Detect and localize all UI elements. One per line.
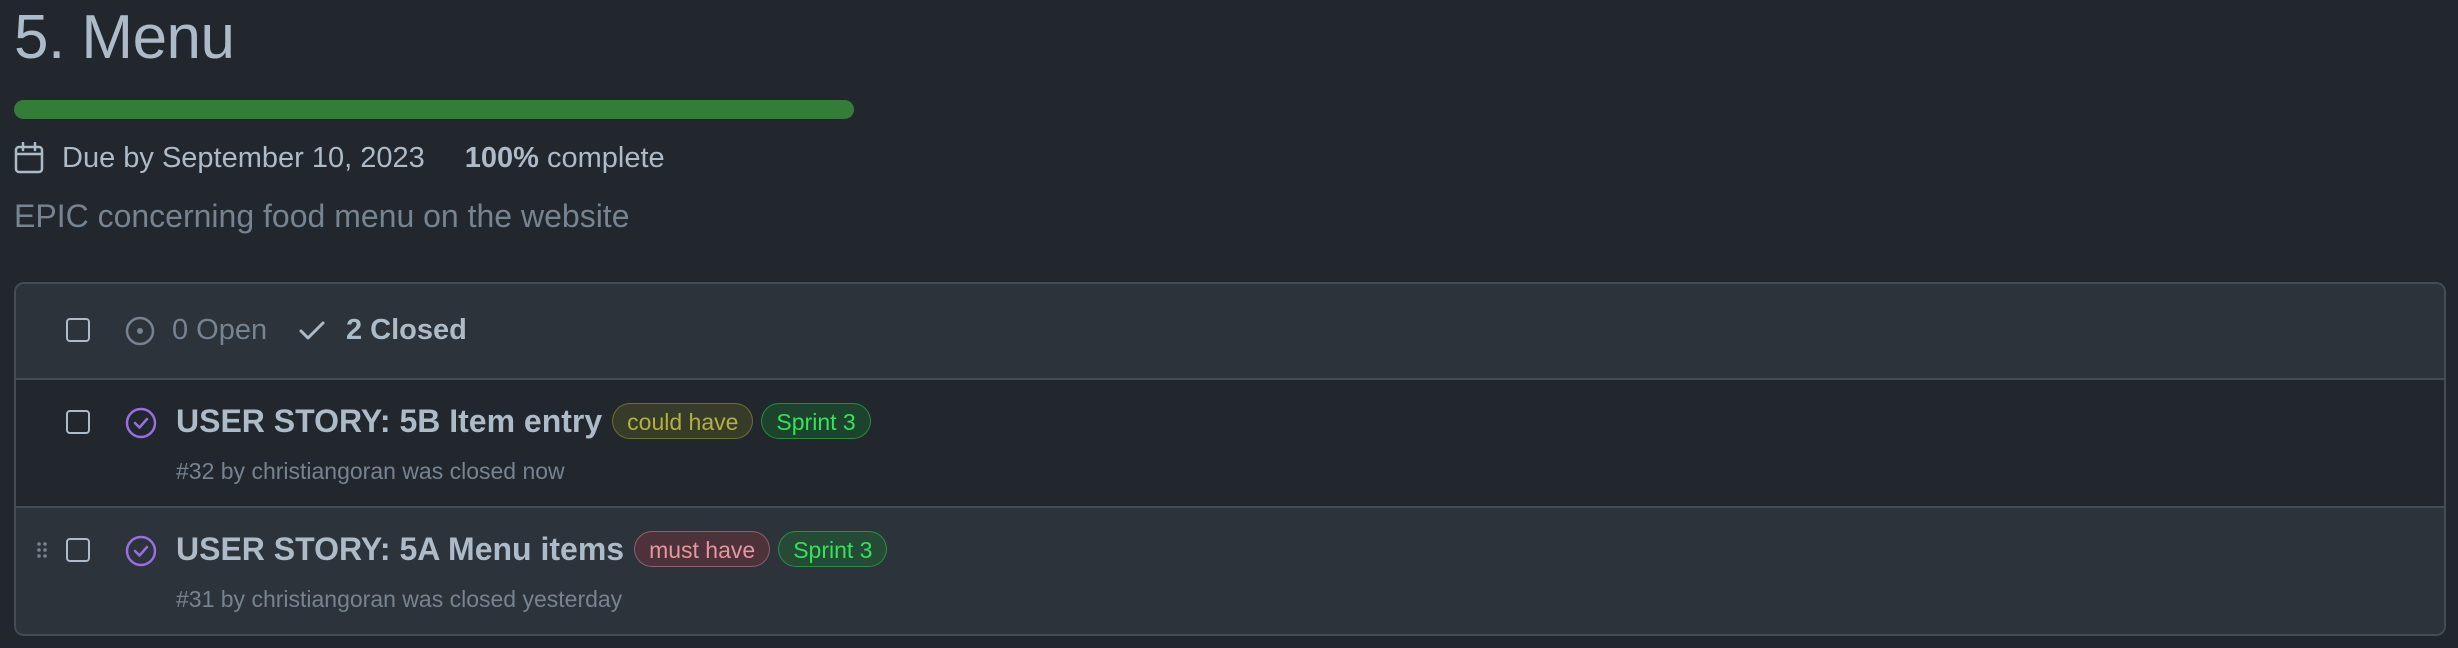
issues-list: 0 Open 2 Closed USER STORY: 5B Item entr… — [14, 282, 2446, 636]
open-filter[interactable]: 0 Open — [124, 314, 267, 347]
open-count-label: 0 Open — [172, 314, 268, 346]
issue-row[interactable]: USER STORY: 5B Item entry could have Spr… — [16, 380, 2444, 508]
issue-title-link[interactable]: USER STORY: 5A Menu items — [176, 531, 624, 568]
percent-value: 100% — [464, 141, 539, 174]
milestone-title: 5. Menu — [14, 3, 235, 72]
percent-suffix: complete — [546, 141, 665, 174]
percent-complete: 100% complete — [465, 142, 665, 175]
issue-title-link[interactable]: USER STORY: 5B Item entry — [176, 403, 602, 440]
closed-filter[interactable]: 2 Closed — [298, 314, 467, 347]
label-sprint[interactable]: Sprint 3 — [761, 403, 871, 439]
issues-list-header: 0 Open 2 Closed — [16, 284, 2444, 380]
label-must-have[interactable]: must have — [634, 531, 771, 567]
progress-fill — [14, 100, 854, 119]
issue-closed-icon — [124, 406, 158, 445]
closed-count-label: 2 Closed — [346, 314, 467, 346]
label-sprint[interactable]: Sprint 3 — [778, 531, 888, 567]
issue-subtitle: #31 by christiangoran was closed yesterd… — [176, 586, 623, 612]
label-could-have[interactable]: could have — [612, 403, 754, 439]
issue-closed-icon — [124, 534, 158, 573]
drag-handle-icon[interactable] — [36, 540, 48, 565]
milestone-description: EPIC concerning food menu on the website — [14, 198, 630, 234]
issue-checkbox[interactable] — [66, 538, 90, 562]
issue-open-icon — [125, 316, 155, 345]
select-all-checkbox[interactable] — [66, 318, 90, 342]
due-date: Due by September 10, 2023 — [62, 141, 425, 174]
milestone-meta: Due by September 10, 2023 100% complete — [14, 138, 665, 178]
calendar-icon — [14, 142, 44, 174]
check-icon — [299, 321, 325, 339]
progress-bar — [14, 100, 854, 119]
issue-row[interactable]: USER STORY: 5A Menu items must have Spri… — [16, 508, 2444, 634]
issue-checkbox[interactable] — [66, 410, 90, 434]
issue-subtitle: #32 by christiangoran was closed now — [176, 458, 565, 484]
